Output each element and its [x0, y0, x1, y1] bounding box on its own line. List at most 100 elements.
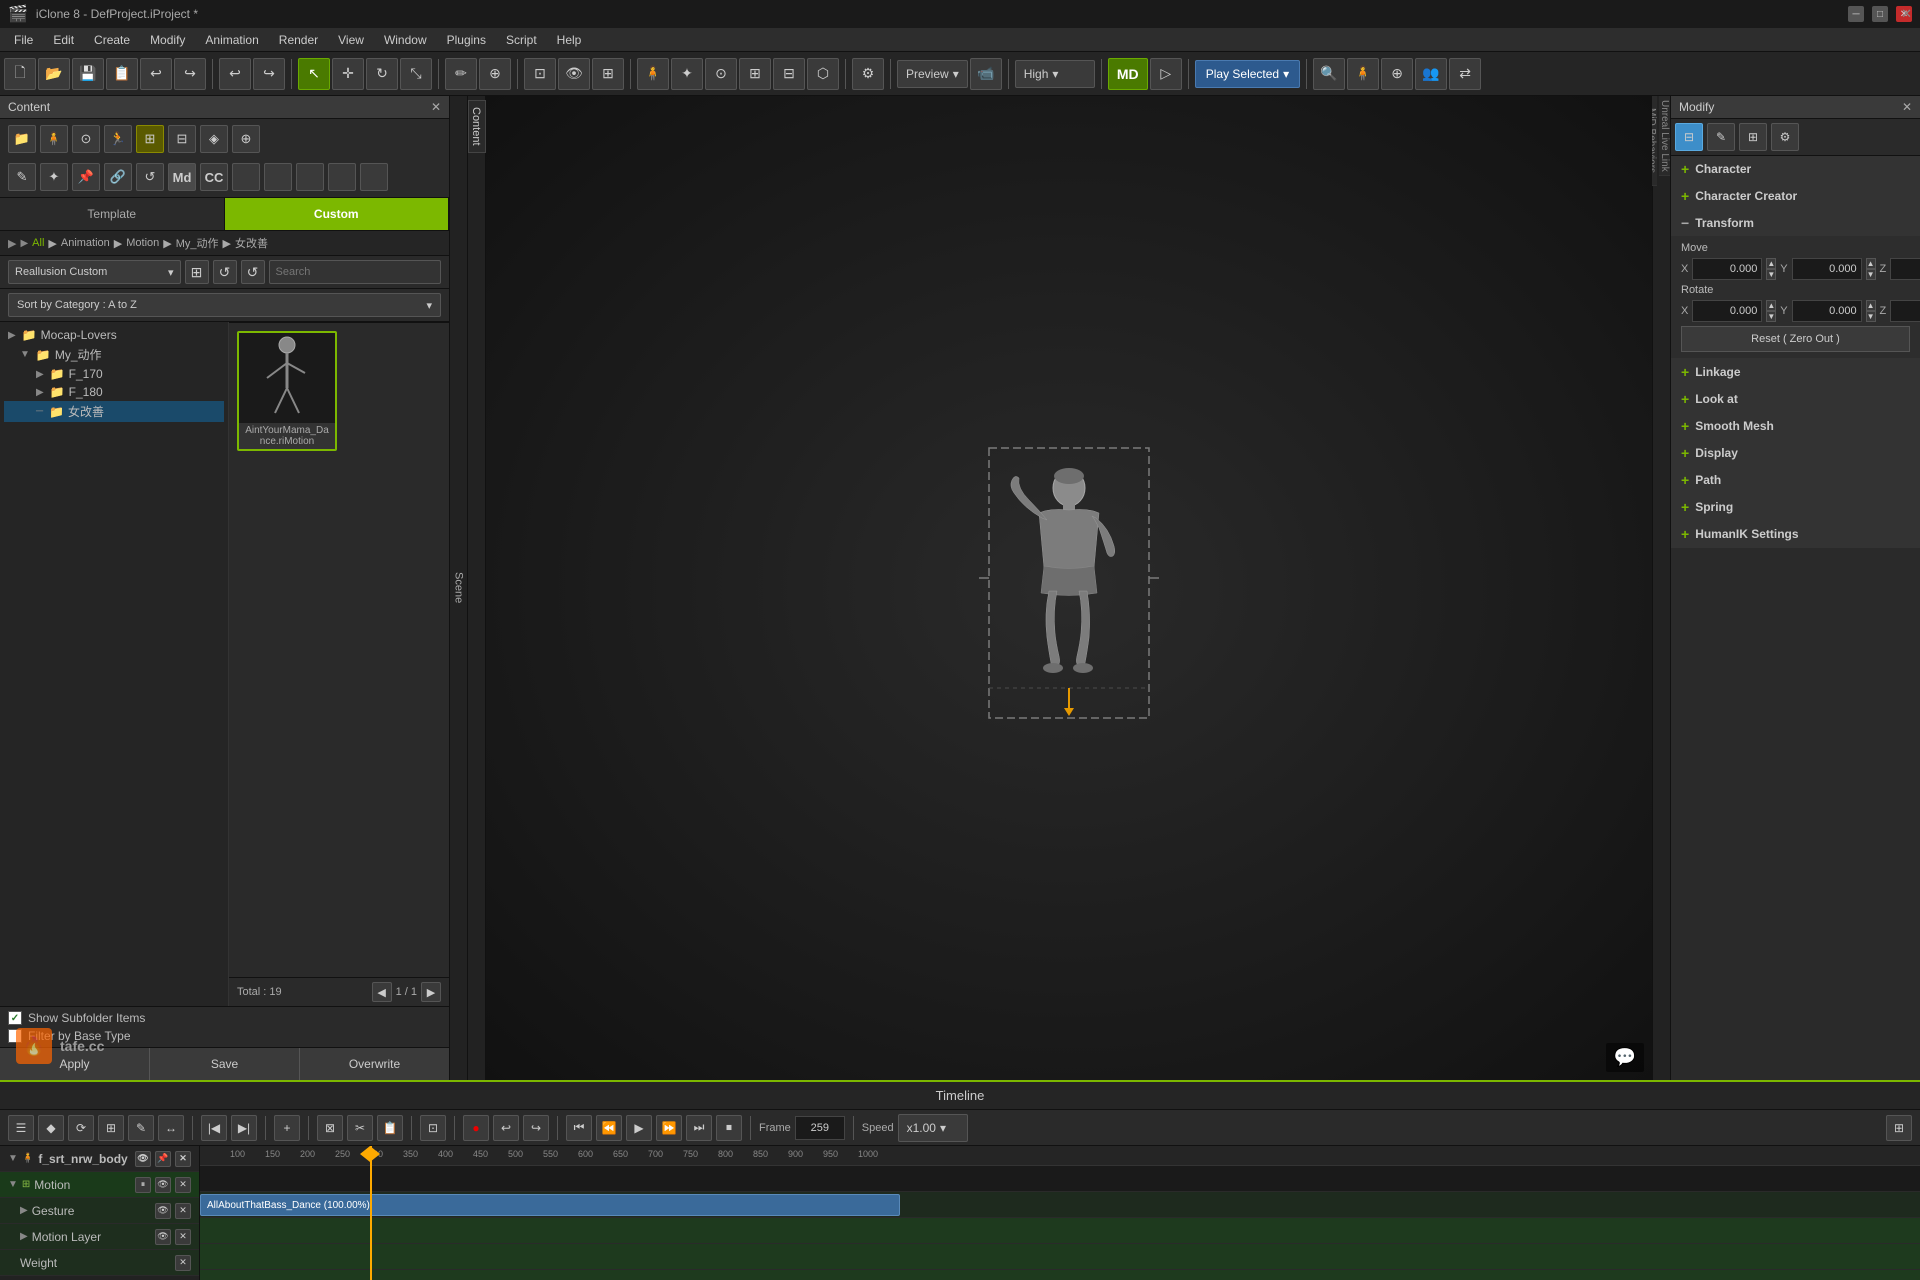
template-tab[interactable]: Template: [0, 198, 225, 230]
track-label-motion[interactable]: ▼ ⊞ Motion ⏸ 👁 ✕: [0, 1172, 199, 1198]
tree-item-1[interactable]: ▼ 📁 My_动作: [4, 344, 224, 365]
menu-animation[interactable]: Animation: [195, 28, 268, 52]
tree-item-3[interactable]: ▶ 📁 F_180: [4, 383, 224, 401]
maximize-button[interactable]: □: [1872, 6, 1888, 22]
rotate-y-down[interactable]: ▼: [1866, 311, 1876, 322]
layer-track-eye[interactable]: 👁: [155, 1229, 171, 1245]
content-refresh-icon[interactable]: ↺: [136, 163, 164, 191]
mod-tab-settings[interactable]: ⚙: [1771, 123, 1799, 151]
lookat-header[interactable]: + Look at: [1671, 386, 1920, 412]
tl-next-btn[interactable]: ⏩: [656, 1115, 682, 1141]
tree-item-2[interactable]: ▶ 📁 F_170: [4, 365, 224, 383]
track-label-body[interactable]: ▼ 🧍 f_srt_nrw_body 👁 📌 ✕: [0, 1146, 199, 1172]
breadcrumb-collapse[interactable]: ▶: [20, 238, 28, 249]
timeline-close-btn[interactable]: ✕: [1901, 6, 1912, 22]
tl-expand-btn[interactable]: ⊞: [1886, 1115, 1912, 1141]
play-selected-button[interactable]: Play Selected ▾: [1195, 60, 1300, 88]
track-label-motion-layer[interactable]: ▶ Motion Layer 👁 ✕: [0, 1224, 199, 1250]
layer-track-close[interactable]: ✕: [175, 1229, 191, 1245]
menu-plugins[interactable]: Plugins: [437, 28, 496, 52]
content-props-icon[interactable]: ◈: [200, 125, 228, 153]
tl-paste-btn[interactable]: 📋: [377, 1115, 403, 1141]
terrain-button[interactable]: ⬡: [807, 58, 839, 90]
body-track-eye[interactable]: 👁: [135, 1151, 151, 1167]
transfer-button[interactable]: ⇄: [1449, 58, 1481, 90]
tl-menu-btn[interactable]: ☰: [8, 1115, 34, 1141]
menu-view[interactable]: View: [328, 28, 374, 52]
content-pin-icon[interactable]: 📌: [72, 163, 100, 191]
show-subfolder-checkbox[interactable]: ✓: [8, 1011, 22, 1025]
tl-last-btn[interactable]: ⏭: [686, 1115, 712, 1141]
breadcrumb-female[interactable]: 女改善: [235, 235, 268, 251]
humanik-header[interactable]: + HumanIK Settings: [1671, 521, 1920, 547]
actor-button[interactable]: 🧍: [637, 58, 669, 90]
track-label-gesture[interactable]: ▶ Gesture 👁 ✕: [0, 1198, 199, 1224]
playhead[interactable]: [370, 1146, 372, 1280]
breadcrumb-my-motion[interactable]: My_动作: [176, 235, 219, 251]
tl-record-btn[interactable]: ●: [463, 1115, 489, 1141]
tl-prev-key-btn[interactable]: |◀: [201, 1115, 227, 1141]
move-x-up[interactable]: ▲: [1766, 258, 1776, 269]
overwrite-button[interactable]: Overwrite: [300, 1048, 449, 1080]
modify-close-button[interactable]: ✕: [1902, 100, 1912, 114]
mod-button[interactable]: MD: [1108, 58, 1148, 90]
tl-delete-btn[interactable]: ⊠: [317, 1115, 343, 1141]
breadcrumb-animation[interactable]: Animation: [61, 237, 110, 249]
content-blank3[interactable]: [296, 163, 324, 191]
tl-prev-btn[interactable]: ⏪: [596, 1115, 622, 1141]
rotate-y-input[interactable]: [1792, 300, 1862, 322]
tl-zoom-fit-btn[interactable]: ⊡: [420, 1115, 446, 1141]
display-header[interactable]: + Display: [1671, 440, 1920, 466]
content-scene-icon[interactable]: ⊟: [168, 125, 196, 153]
light-button[interactable]: ✦: [671, 58, 703, 90]
viewport-chat-icon[interactable]: 💬: [1614, 1047, 1636, 1067]
smooth-mesh-header[interactable]: + Smooth Mesh: [1671, 413, 1920, 439]
scale-button[interactable]: ⤡: [400, 58, 432, 90]
menu-modify[interactable]: Modify: [140, 28, 195, 52]
grid-item-0[interactable]: AintYourMama_Dance.riMotion: [237, 331, 337, 451]
viewport[interactable]: 💬: [486, 96, 1652, 1080]
content-link-icon[interactable]: 🔗: [104, 163, 132, 191]
rotate-x-up[interactable]: ▲: [1766, 300, 1776, 311]
spring-header[interactable]: + Spring: [1671, 494, 1920, 520]
save-as-button[interactable]: 📋: [106, 58, 138, 90]
redo-button[interactable]: ↪: [253, 58, 285, 90]
tl-loop-btn[interactable]: ⟳: [68, 1115, 94, 1141]
settings-button[interactable]: ⚙: [852, 58, 884, 90]
open-button[interactable]: 📂: [38, 58, 70, 90]
new-button[interactable]: 🗋: [4, 58, 36, 90]
tl-undo-btn[interactable]: ↩: [493, 1115, 519, 1141]
motion-track-pause[interactable]: ⏸: [135, 1177, 151, 1193]
content-blank5[interactable]: [360, 163, 388, 191]
mod-settings-button[interactable]: ▷: [1150, 58, 1182, 90]
save-button[interactable]: 💾: [72, 58, 104, 90]
tl-cut-btn[interactable]: ✂: [347, 1115, 373, 1141]
tl-edit-btn[interactable]: ✎: [128, 1115, 154, 1141]
grid-button[interactable]: ⊟: [773, 58, 805, 90]
tree-item-4[interactable]: ─ 📁 女改善: [4, 401, 224, 422]
save-content-button[interactable]: Save: [150, 1048, 300, 1080]
content-blank1[interactable]: [232, 163, 260, 191]
reset-zero-button[interactable]: Reset ( Zero Out ): [1681, 326, 1910, 352]
menu-file[interactable]: File: [4, 28, 43, 52]
menu-edit[interactable]: Edit: [43, 28, 84, 52]
speed-dropdown[interactable]: x1.00 ▾: [898, 1114, 968, 1142]
menu-create[interactable]: Create: [84, 28, 140, 52]
content-asset-icon[interactable]: ⊕: [232, 125, 260, 153]
scene-tab[interactable]: Scene: [450, 96, 468, 1080]
tl-add-key-btn[interactable]: +: [274, 1115, 300, 1141]
body-track-pin[interactable]: 📌: [155, 1151, 171, 1167]
breadcrumb-arrow[interactable]: ▶: [8, 237, 16, 250]
gesture-collapse-icon[interactable]: ▶: [20, 1205, 28, 1216]
magnet-button[interactable]: ⊕: [479, 58, 511, 90]
rotate-x-input[interactable]: [1692, 300, 1762, 322]
import-button[interactable]: ↩: [140, 58, 172, 90]
content-edit-icon[interactable]: ✎: [8, 163, 36, 191]
eye-button[interactable]: 👁: [558, 58, 590, 90]
transform-header[interactable]: − Transform: [1671, 210, 1920, 236]
preview-dropdown[interactable]: Preview ▾: [897, 60, 968, 88]
custom-tab[interactable]: Custom: [225, 198, 450, 230]
content-motion-icon[interactable]: ⊞: [136, 125, 164, 153]
source-dropdown[interactable]: Reallusion Custom ▾: [8, 260, 181, 284]
frame-input[interactable]: [795, 1116, 845, 1140]
